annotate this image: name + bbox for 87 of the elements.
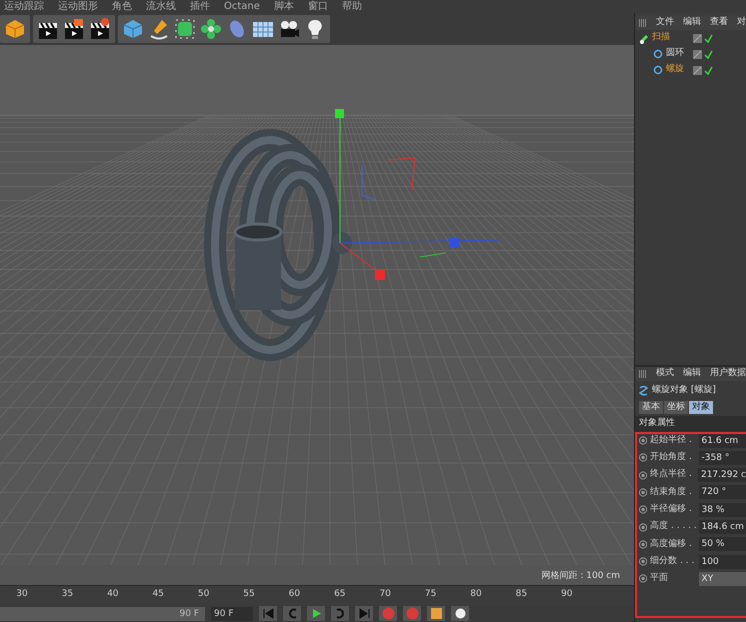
timeline-tick-label: 90: [561, 588, 573, 601]
tab[interactable]: 对象: [689, 400, 713, 414]
timeline-tick-label: 65: [334, 588, 346, 601]
menu-item[interactable]: 运动跟踪: [4, 0, 44, 13]
object-name[interactable]: 圆环: [666, 47, 684, 61]
menu-item[interactable]: 查看: [710, 16, 728, 30]
playback-button[interactable]: [427, 606, 445, 621]
record-icon: [380, 606, 396, 621]
visibility-toggle-icon[interactable]: [693, 66, 702, 74]
clapperboard-icon[interactable]: [88, 17, 112, 41]
input-field[interactable]: -358 °: [698, 450, 746, 465]
spline-icon: [653, 48, 663, 60]
tab[interactable]: 坐标: [664, 400, 688, 414]
menu-item[interactable]: 编辑: [683, 367, 701, 381]
playback-button[interactable]: [259, 606, 277, 621]
cube-icon[interactable]: [3, 17, 27, 41]
visibility-toggle-icon[interactable]: [693, 50, 702, 58]
circle-icon: [452, 606, 468, 621]
object-title: 螺旋对象 [螺旋]: [652, 384, 716, 397]
property-label: 开始角度 .: [650, 451, 693, 464]
tab[interactable]: 基本: [639, 400, 663, 414]
timeline-tick-label: 45: [152, 588, 164, 601]
menu-item[interactable]: 窗口: [308, 0, 328, 13]
playback-button[interactable]: [451, 606, 469, 621]
section-header: 对象属性: [635, 416, 746, 432]
playback-button[interactable]: [331, 606, 349, 621]
menu-item[interactable]: 用户数据: [710, 367, 746, 381]
property-label: 终点半径 .: [650, 468, 693, 482]
timeline-tick-label: 40: [107, 588, 119, 601]
grip-icon: [639, 370, 647, 378]
menu-item[interactable]: 对: [737, 16, 746, 30]
skip-start-icon: [260, 606, 276, 621]
timeline-tick-label: 60: [288, 588, 300, 601]
sweep-icon: [639, 32, 649, 44]
property-label: 半径偏移 .: [650, 502, 693, 516]
menu-item[interactable]: 文件: [656, 16, 674, 30]
input-field[interactable]: 720 °: [698, 485, 746, 500]
menu-item[interactable]: 流水线: [146, 0, 176, 13]
clapperboard-icon[interactable]: [62, 17, 86, 41]
menu-item[interactable]: 角色: [112, 0, 132, 13]
rounded-cube-icon[interactable]: [173, 17, 197, 41]
property-label: 平面: [650, 572, 670, 586]
record-icon: [404, 606, 420, 621]
frame-label: 90 F: [180, 608, 199, 620]
menu-item[interactable]: 运动图形: [58, 0, 98, 13]
spline-icon: [653, 64, 663, 76]
helix-icon: [639, 385, 648, 396]
timeline-tick-label: 70: [379, 588, 391, 601]
menu-item[interactable]: 脚本: [274, 0, 294, 13]
grip-icon: [639, 19, 647, 27]
input-field[interactable]: 38 %: [698, 502, 746, 517]
timeline-tick-label: 30: [16, 588, 28, 601]
input-field[interactable]: 50 %: [698, 537, 746, 552]
object-name[interactable]: 螺旋: [666, 63, 684, 77]
key-icon: [428, 606, 444, 621]
grid-spacing-label: 网格间距 : 100 cm: [541, 570, 620, 582]
frame-range-slider[interactable]: 90 F: [0, 606, 205, 620]
menu-item[interactable]: 帮助: [342, 0, 362, 13]
input-field[interactable]: 61.6 cm: [698, 434, 746, 448]
cube-icon[interactable]: [121, 17, 145, 41]
property-label: 结束角度 .: [650, 486, 693, 499]
dropdown-field[interactable]: XY: [698, 572, 746, 586]
timeline-tick-label: 80: [470, 588, 482, 601]
timeline-tick-label: 55: [243, 588, 255, 601]
visibility-toggle-icon[interactable]: [693, 34, 702, 42]
input-field[interactable]: 217.292 c: [698, 468, 746, 482]
menu-item[interactable]: 模式: [656, 367, 674, 381]
object-name[interactable]: 扫描: [652, 31, 670, 45]
frame-field[interactable]: 90 F: [211, 606, 253, 620]
playback-button[interactable]: [355, 606, 373, 621]
property-label: 起始半径 .: [650, 434, 693, 447]
playback-button[interactable]: [307, 606, 325, 621]
menu-item[interactable]: 插件: [190, 0, 210, 13]
menu-item[interactable]: 编辑: [683, 16, 701, 30]
property-label: 高度偏移 .: [650, 538, 693, 551]
input-field[interactable]: 184.6 cm: [698, 520, 746, 534]
cluster-icon[interactable]: [199, 17, 223, 41]
timeline-tick-label: 75: [424, 588, 436, 601]
timeline-tick-label: 35: [62, 588, 74, 601]
property-label: 细分数 . . .: [650, 554, 696, 568]
timeline-tick-label: 50: [198, 588, 210, 601]
menu-item[interactable]: Octane: [224, 0, 260, 13]
skip-end-icon: [356, 606, 372, 621]
timeline-tick-label: 85: [516, 588, 528, 601]
input-field[interactable]: 100: [698, 554, 746, 569]
property-label: 高度 . . . . .: [650, 520, 696, 534]
playback-button[interactable]: [283, 606, 301, 621]
